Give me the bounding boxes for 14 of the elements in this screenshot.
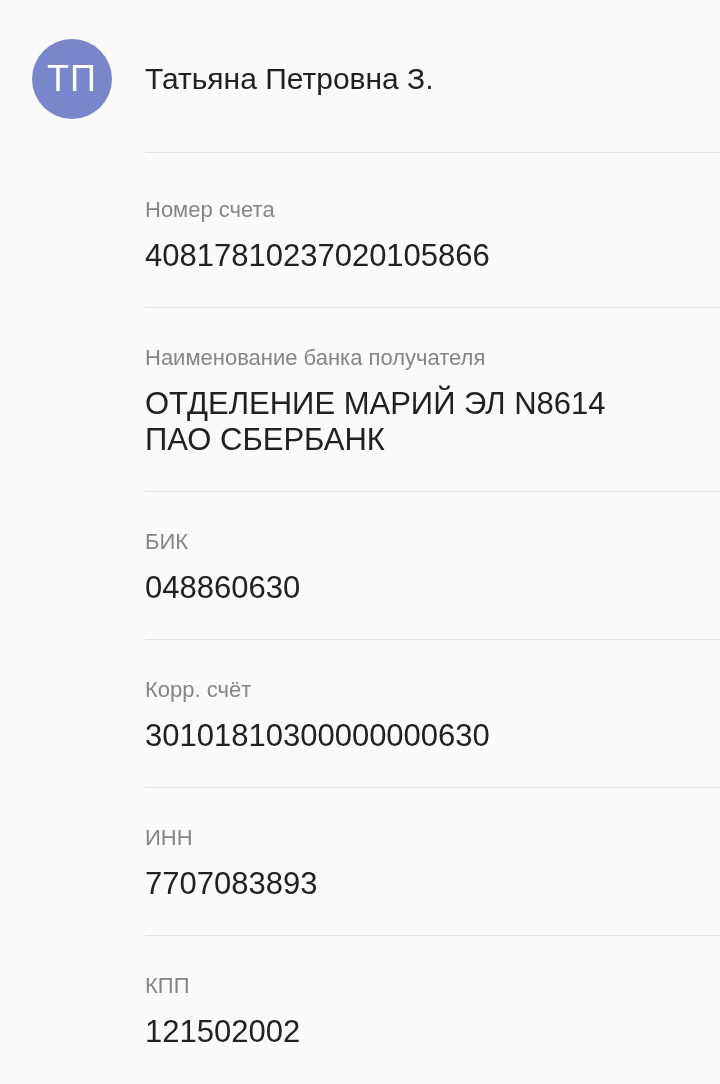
field-label: Корр. счёт <box>145 676 253 704</box>
field-value: 121502002 <box>145 1014 302 1050</box>
avatar: ТП <box>32 39 112 119</box>
field-value: 7707083893 <box>145 866 319 902</box>
field-value: 40817810237020105866 <box>145 238 491 274</box>
field-value: ОТДЕЛЕНИЕ МАРИЙ ЭЛ N8614 ПАО СБЕРБАНК <box>145 386 607 458</box>
field-label: ИНН <box>145 824 194 852</box>
contact-name: Татьяна Петровна З. <box>145 61 434 97</box>
field-label: Наименование банка получателя <box>145 344 487 372</box>
field-value: 30101810300000000630 <box>145 718 491 754</box>
field-label: Номер счета <box>145 196 276 224</box>
field-label: КПП <box>145 972 191 1000</box>
field-value: 048860630 <box>145 570 302 606</box>
field-label: БИК <box>145 528 190 556</box>
